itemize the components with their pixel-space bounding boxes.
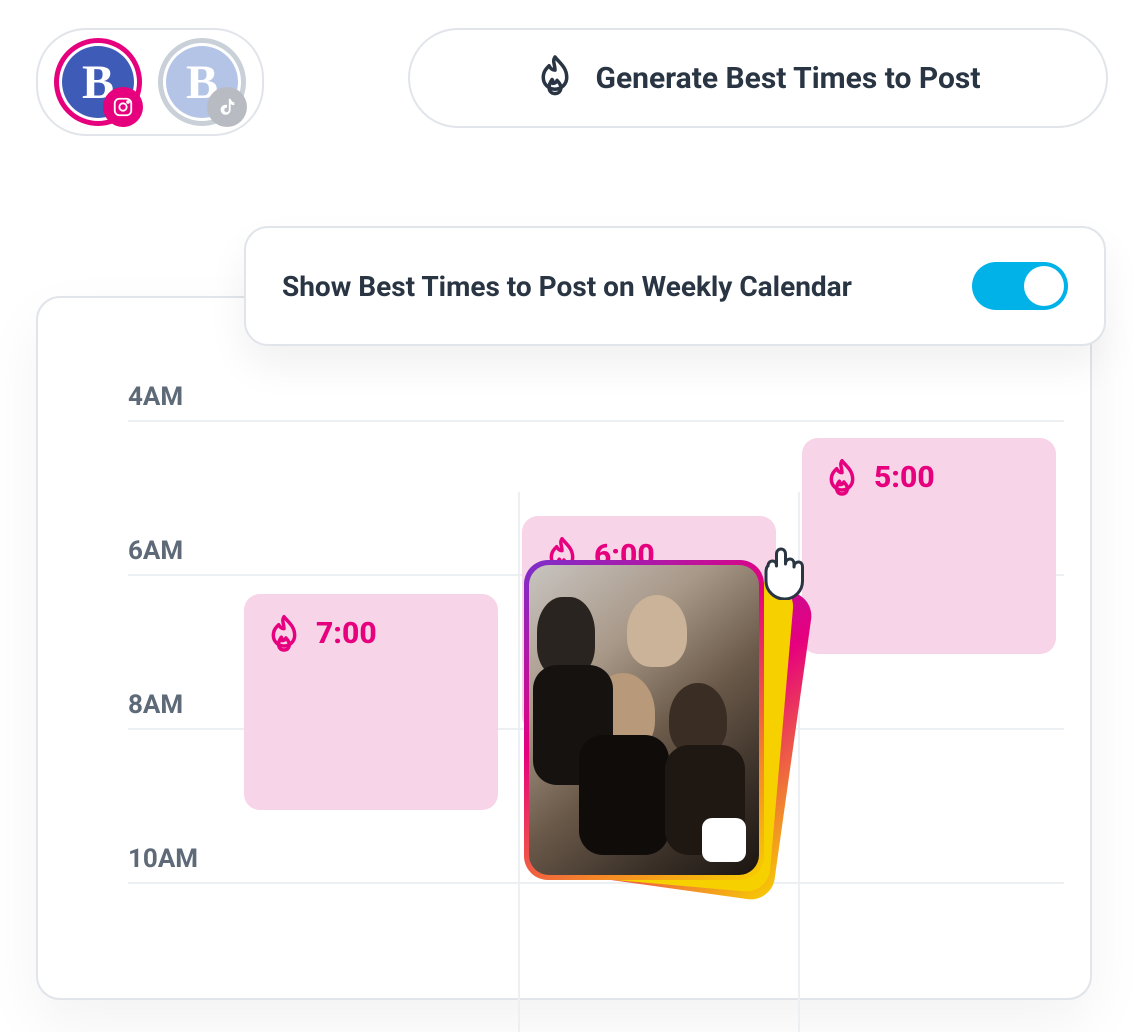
grid-line bbox=[128, 420, 1064, 422]
time-label: 8AM bbox=[128, 690, 183, 720]
instagram-icon bbox=[103, 87, 143, 127]
slot-time: 7:00 bbox=[316, 614, 377, 654]
post-card[interactable] bbox=[524, 560, 764, 880]
generate-best-times-button[interactable]: Generate Best Times to Post bbox=[408, 28, 1108, 128]
account-selector: B B bbox=[36, 28, 264, 136]
post-card-stack[interactable] bbox=[524, 560, 772, 890]
toggle-label: Show Best Times to Post on Weekly Calend… bbox=[282, 270, 852, 303]
flame-icon bbox=[536, 54, 574, 102]
time-label: 4AM bbox=[128, 382, 183, 412]
account-tiktok[interactable]: B bbox=[158, 38, 246, 126]
generate-button-label: Generate Best Times to Post bbox=[596, 61, 981, 96]
show-best-times-toggle-row: Show Best Times to Post on Weekly Calend… bbox=[244, 226, 1106, 346]
flame-icon bbox=[268, 614, 300, 658]
flame-icon bbox=[826, 458, 858, 502]
tiktok-icon bbox=[207, 87, 247, 127]
best-time-slot[interactable]: 5:00 bbox=[802, 438, 1056, 654]
multi-post-icon bbox=[702, 818, 746, 862]
slot-time: 5:00 bbox=[874, 458, 935, 498]
show-best-times-toggle[interactable] bbox=[972, 262, 1068, 310]
account-instagram[interactable]: B bbox=[54, 38, 142, 126]
toggle-knob bbox=[1024, 266, 1064, 306]
best-time-slot[interactable]: 7:00 bbox=[244, 594, 498, 810]
time-label: 10AM bbox=[128, 844, 198, 874]
grab-cursor-icon bbox=[748, 536, 812, 600]
time-label: 6AM bbox=[128, 536, 183, 566]
column-divider bbox=[518, 492, 520, 1032]
